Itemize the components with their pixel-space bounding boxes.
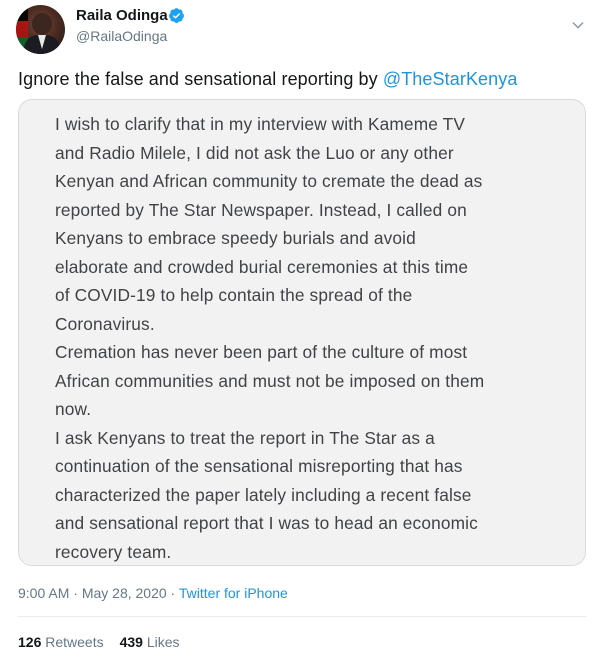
- statement-line: Cremation has never been part of the cul…: [55, 342, 468, 362]
- retweets-stat[interactable]: 126 Retweets: [18, 634, 104, 650]
- attached-image[interactable]: I wish to clarify that in my interview w…: [18, 99, 586, 566]
- author-handle[interactable]: @RailaOdinga: [76, 28, 167, 44]
- statement-line: and Radio Milele, I did not ask the Luo …: [55, 142, 454, 163]
- tweet-card: Raila Odinga @RailaOdinga Ignore the fal…: [0, 0, 598, 665]
- chevron-down-icon[interactable]: [570, 17, 586, 33]
- avatar-head: [32, 13, 52, 35]
- statement-line: of COVID-19 to help contain the spread o…: [55, 285, 413, 305]
- statement-paragraph: I ask Kenyans to treat the report in The…: [55, 424, 555, 566]
- statement-line: recovery team.: [55, 541, 172, 562]
- statement-paragraph: I wish to clarify that in my interview w…: [55, 110, 555, 338]
- statement-line: now.: [55, 399, 92, 419]
- statement-line: Kenyan and African community to cremate …: [55, 171, 483, 191]
- statement-line: African communities and must not be impo…: [55, 370, 485, 391]
- tweet-stats: 126 Retweets 439 Likes: [18, 634, 180, 650]
- likes-count: 439: [119, 634, 143, 650]
- statement-line: elaborate and crowded burial ceremonies …: [55, 256, 469, 277]
- retweets-count: 126: [18, 634, 42, 650]
- likes-label: Likes: [146, 634, 180, 650]
- meta-separator: ·: [69, 585, 82, 601]
- author-avatar[interactable]: [16, 5, 65, 54]
- tweet-metadata: 9:00 AM · May 28, 2020 · Twitter for iPh…: [18, 585, 288, 601]
- statement-line: I ask Kenyans to treat the report in The…: [55, 427, 435, 448]
- statement-line: continuation of the sensational misrepor…: [55, 456, 463, 476]
- statement-line: and sensational report that I was to hea…: [55, 513, 478, 533]
- tweet-date[interactable]: May 28, 2020: [82, 585, 167, 601]
- divider: [18, 616, 586, 617]
- statement-line: characterized the paper lately including…: [55, 484, 472, 505]
- statement-line: Coronavirus.: [55, 313, 155, 334]
- verified-badge-icon: [169, 8, 184, 23]
- tweet-text: Ignore the false and sensational reporti…: [18, 69, 517, 90]
- tweet-time[interactable]: 9:00 AM: [18, 585, 69, 601]
- retweets-label: Retweets: [45, 634, 104, 650]
- author-name[interactable]: Raila Odinga: [76, 7, 168, 24]
- statement-line: I wish to clarify that in my interview w…: [55, 114, 466, 134]
- statement-paragraph: Cremation has never been part of the cul…: [55, 338, 555, 424]
- statement-text: I wish to clarify that in my interview w…: [55, 110, 555, 566]
- mention-link[interactable]: @TheStarKenya: [383, 69, 518, 89]
- statement-line: reported by The Star Newspaper. Instead,…: [55, 199, 467, 220]
- meta-separator: ·: [166, 585, 179, 601]
- tweet-source-link[interactable]: Twitter for iPhone: [179, 585, 288, 601]
- statement-line: Kenyans to embrace speedy burials and av…: [55, 228, 416, 248]
- tweet-text-body: Ignore the false and sensational reporti…: [18, 69, 383, 89]
- likes-stat[interactable]: 439 Likes: [120, 634, 180, 650]
